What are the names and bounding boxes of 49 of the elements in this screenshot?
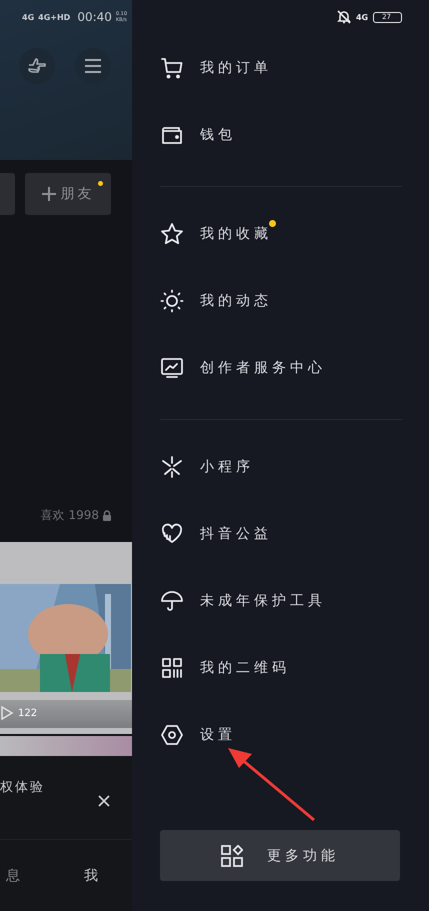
umbrella-icon [160,588,184,612]
menu-item[interactable]: 我的收藏 [160,200,402,267]
play-icon [0,706,14,720]
menu-item[interactable]: 抖音公益 [160,500,402,567]
add-friend-button[interactable]: 朋友 [25,173,111,215]
hand-button[interactable] [19,48,55,84]
menu-item-label: 我的收藏 [200,224,272,242]
menu-icon [84,58,102,74]
close-icon[interactable] [98,795,110,807]
menu-item-label: 创作者服务中心 [200,358,326,376]
menu-item[interactable]: 设置 [160,701,402,768]
likes-label: 喜欢 1998 [40,506,99,524]
menu-item[interactable]: 我的动态 [160,267,402,334]
menu-item[interactable]: 我的二维码 [160,634,402,701]
plus-icon [42,187,56,201]
menu-item-label: 钱包 [200,126,236,144]
menu-item[interactable]: 未成年保护工具 [160,567,402,634]
grid-icon [221,844,243,866]
nav-tab[interactable]: 息 [6,866,20,884]
monitor-icon [160,356,184,380]
menu-item-label: 设置 [200,726,236,744]
menu-item[interactable]: 创作者服务中心 [160,334,402,401]
network-label: 4G [22,12,34,22]
menu-button[interactable] [75,48,111,84]
view-count: 122 [18,708,38,718]
more-features-button[interactable]: 更多功能 [160,830,400,881]
menu-item-label: 我的动态 [200,292,272,310]
menu-item-label: 小程序 [200,458,254,476]
sun-icon [160,288,184,312]
menu-item-label: 我的订单 [200,58,272,76]
cart-icon [160,56,184,80]
network-label: 4G+HD [38,12,70,22]
star-icon [160,222,184,246]
lock-icon [102,510,112,520]
menu-item[interactable]: 钱包 [160,101,402,168]
banner-text: 权体验 [0,779,45,796]
qr-code-icon [160,656,184,680]
settings-icon [160,722,184,746]
sparkle-icon [160,454,184,478]
menu-item-label: 我的二维码 [200,658,290,676]
network-label: 4G [356,12,368,22]
heart-icon [160,522,184,546]
nav-tab[interactable]: 我 [84,866,98,884]
clock-time: 00:40 [77,10,112,24]
muted-bell-icon [336,10,351,24]
menu-item[interactable]: 小程序 [160,433,402,500]
menu-item-label: 未成年保护工具 [200,592,326,610]
menu-item-label: 抖音公益 [200,524,272,542]
menu-item[interactable]: 我的订单 [160,34,402,101]
